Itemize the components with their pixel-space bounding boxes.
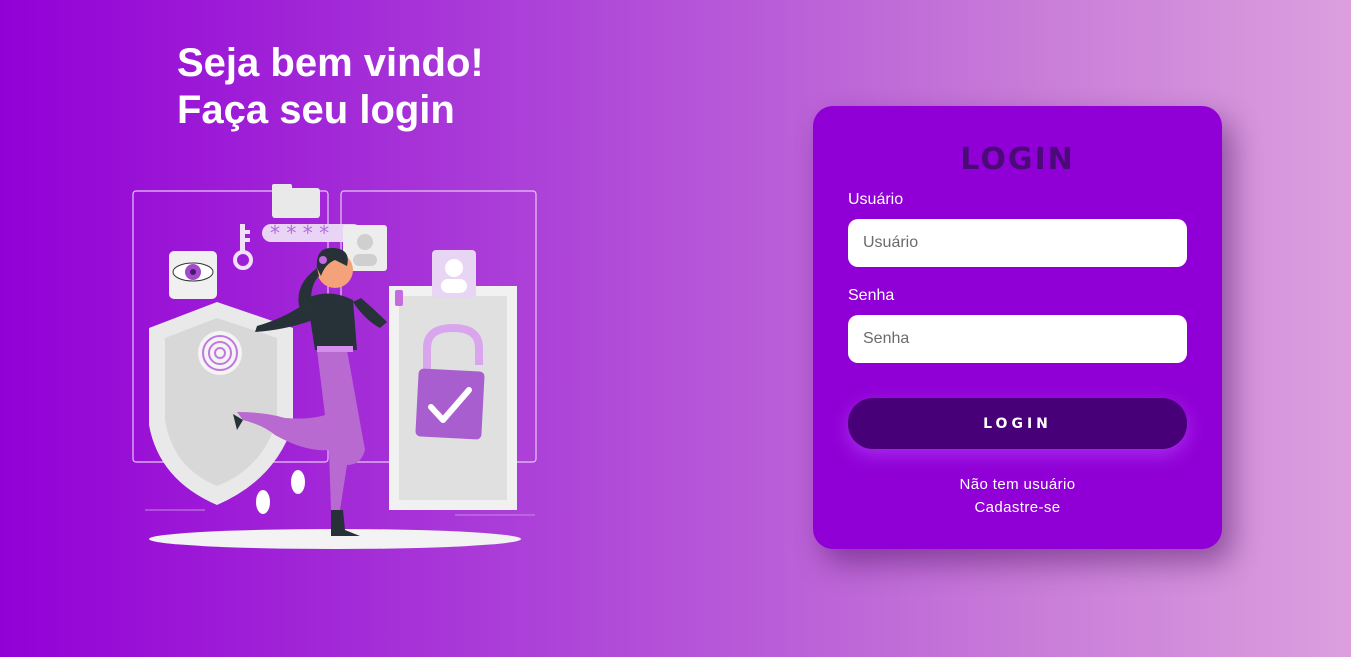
login-card: LOGIN Usuário Senha LOGIN Não tem usuári… (813, 106, 1222, 549)
username-input[interactable] (848, 219, 1187, 267)
login-title: LOGIN (960, 142, 1075, 177)
password-input[interactable] (848, 315, 1187, 363)
svg-text:* * * *: * * * * (270, 221, 329, 245)
security-login-illustration: * * * * (132, 184, 537, 549)
welcome-line-2: Faça seu login (177, 88, 455, 132)
login-button[interactable]: LOGIN (848, 398, 1187, 449)
no-user-text: Não tem usuário (959, 476, 1076, 493)
username-label: Usuário (848, 191, 904, 208)
signup-link[interactable]: Cadastre-se (813, 499, 1222, 516)
welcome-heading: Seja bem vindo! Faça seu login (177, 40, 484, 134)
welcome-line-1: Seja bem vindo! (177, 41, 484, 85)
password-label: Senha (848, 287, 895, 304)
